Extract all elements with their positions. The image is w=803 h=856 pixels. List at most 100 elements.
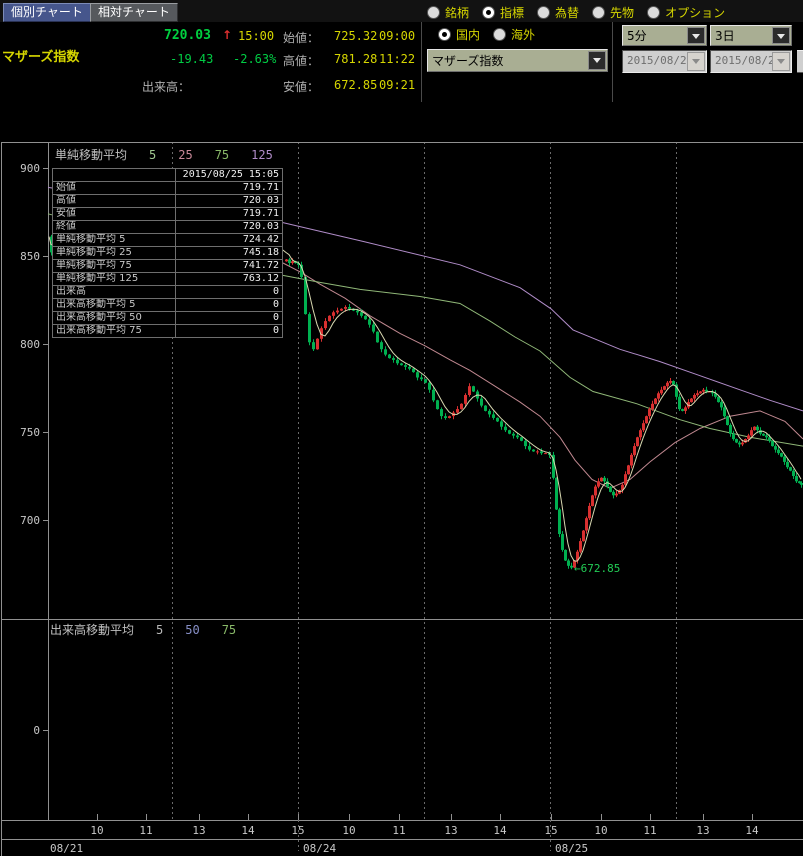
table-row: 高値720.03 — [53, 195, 283, 208]
chevron-down-icon[interactable] — [588, 51, 606, 70]
table-cell-label: 出来高移動平均 50 — [53, 312, 176, 325]
market-radio-1[interactable]: 指標 — [482, 4, 524, 21]
table-cell-value: 741.72 — [176, 260, 283, 273]
table-cell-value: 745.18 — [176, 247, 283, 260]
table-cell-label: 単純移動平均 125 — [53, 273, 176, 286]
ma-line-sma25 — [283, 263, 803, 488]
x-hour-label: 13 — [696, 824, 709, 837]
legend-item: 75 — [222, 623, 236, 637]
date-to-select[interactable]: 2015/08/25 — [710, 50, 792, 73]
x-date-label: 08/24 — [303, 842, 336, 855]
date-from-value: 2015/08/23 — [627, 54, 693, 67]
x-hour-label: 14 — [745, 824, 759, 837]
low-label: 安値： — [283, 78, 319, 95]
table-row: 出来高移動平均 750 — [53, 325, 283, 338]
low-price-annotation: ←672.85 — [574, 562, 620, 575]
tab-individual-chart[interactable]: 個別チャート — [3, 3, 91, 22]
x-hour-label: 11 — [139, 824, 152, 837]
table-cell-value: 719.71 — [176, 182, 283, 195]
radio-icon[interactable] — [493, 28, 506, 41]
low-time: 09:21 — [379, 78, 415, 92]
table-row: 安値719.71 — [53, 208, 283, 221]
x-date-label: 08/25 — [555, 842, 588, 855]
x-hour-label: 10 — [594, 824, 607, 837]
table-cell-label: 出来高 — [53, 286, 176, 299]
open-value: 725.32 — [334, 29, 377, 43]
x-date-label: 08/21 — [50, 842, 83, 855]
radio-label: 銘柄 — [445, 4, 469, 21]
price-ma-legend-items: 52575125 — [127, 148, 273, 162]
x-hour-label: 13 — [444, 824, 457, 837]
table-cell-label: 終値 — [53, 221, 176, 234]
radio-icon[interactable] — [592, 6, 605, 19]
ohlc-info-table: 2015/08/25 15:05始値719.71高値720.03安値719.71… — [52, 168, 283, 338]
y-tick-label: 700 — [20, 514, 40, 527]
period-select-value: 3日 — [715, 27, 735, 44]
high-label: 高値： — [283, 52, 319, 69]
x-hour-label: 10 — [342, 824, 355, 837]
chevron-down-icon[interactable] — [687, 27, 705, 44]
price-ma-legend: 単純移動平均 52575125 — [55, 146, 273, 163]
radio-icon[interactable] — [482, 6, 495, 19]
interval-select[interactable]: 5分 — [622, 25, 707, 46]
radio-icon[interactable] — [647, 6, 660, 19]
radio-icon[interactable] — [438, 28, 451, 41]
table-cell-value: 720.03 — [176, 195, 283, 208]
table-cell-value: 0 — [176, 286, 283, 299]
chevron-down-icon — [772, 52, 790, 71]
volume-ma-legend: 出来高移動平均 55075 — [50, 621, 236, 638]
table-row: 終値720.03 — [53, 221, 283, 234]
table-cell-label: 出来高移動平均 75 — [53, 325, 176, 338]
legend-item: 75 — [215, 148, 229, 162]
region-radio-0[interactable]: 国内 — [438, 26, 480, 43]
clipped-control — [797, 50, 803, 73]
market-radio-2[interactable]: 為替 — [537, 4, 579, 21]
chevron-down-icon — [687, 52, 705, 71]
price-ma-legend-title: 単純移動平均 — [55, 146, 127, 163]
table-row: 出来高移動平均 500 — [53, 312, 283, 325]
table-cell-value: 719.71 — [176, 208, 283, 221]
change-value: -19.43 — [170, 52, 213, 66]
last-time: 15:00 — [238, 29, 274, 43]
volume-label: 出来高： — [142, 78, 190, 95]
table-row: 単純移動平均 25745.18 — [53, 247, 283, 260]
region-radios: 国内海外 — [438, 26, 535, 43]
last-price: 720.03 — [164, 28, 211, 43]
y-tick-label: 750 — [20, 426, 40, 439]
table-cell-label: 単純移動平均 75 — [53, 260, 176, 273]
table-row: 単純移動平均 75741.72 — [53, 260, 283, 273]
table-cell-label: 単純移動平均 25 — [53, 247, 176, 260]
table-cell-label: 始値 — [53, 182, 176, 195]
symbol-select[interactable]: マザーズ指数 — [427, 49, 608, 72]
period-select[interactable]: 3日 — [710, 25, 792, 46]
legend-item: 5 — [149, 148, 156, 162]
interval-select-value: 5分 — [627, 27, 647, 44]
date-from-select[interactable]: 2015/08/23 — [622, 50, 707, 73]
table-row: 始値719.71 — [53, 182, 283, 195]
legend-item: 50 — [185, 623, 199, 637]
radio-icon[interactable] — [537, 6, 550, 19]
region-radio-1[interactable]: 海外 — [493, 26, 535, 43]
table-header-datetime: 2015/08/25 15:05 — [176, 169, 283, 182]
market-radio-3[interactable]: 先物 — [592, 4, 634, 21]
table-cell-label: 単純移動平均 5 — [53, 234, 176, 247]
x-hour-label: 14 — [241, 824, 255, 837]
low-value: 672.85 — [334, 78, 377, 92]
table-cell-value: 720.03 — [176, 221, 283, 234]
chevron-down-icon[interactable] — [772, 27, 790, 44]
radio-label: 国内 — [456, 26, 480, 43]
table-row: 出来高移動平均 50 — [53, 299, 283, 312]
table-cell-value: 0 — [176, 299, 283, 312]
radio-icon[interactable] — [427, 6, 440, 19]
header-divider — [421, 22, 422, 102]
y-tick-label: 800 — [20, 338, 40, 351]
tab-relative-chart[interactable]: 相対チャート — [90, 3, 178, 22]
market-radio-0[interactable]: 銘柄 — [427, 4, 469, 21]
x-hour-label: 11 — [392, 824, 405, 837]
market-radio-4[interactable]: オプション — [647, 4, 725, 21]
change-percent: -2.63% — [233, 52, 276, 66]
table-cell-label: 高値 — [53, 195, 176, 208]
volume-ma-legend-items: 55075 — [134, 623, 236, 637]
y-tick-label: 850 — [20, 250, 40, 263]
table-row: 2015/08/25 15:05 — [53, 169, 283, 182]
